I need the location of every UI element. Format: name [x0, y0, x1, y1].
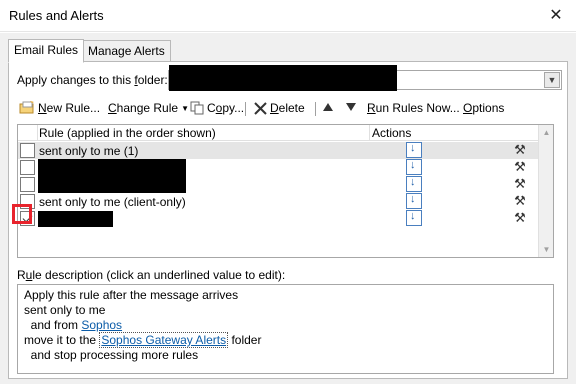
rules-list-scrollbar[interactable]: ▲ ▼ [538, 125, 553, 257]
title-bar: Rules and Alerts ✕ [0, 0, 576, 32]
move-up-button[interactable] [323, 103, 333, 111]
header-actions-column[interactable]: Actions [369, 125, 539, 141]
copy-button[interactable]: Copy... [190, 101, 244, 115]
move-down-button[interactable] [346, 103, 356, 111]
move-to-folder-icon [406, 193, 422, 209]
rules-list[interactable]: Rule (applied in the order shown) Action… [17, 124, 554, 258]
chevron-down-icon: ▼ [181, 103, 189, 113]
move-to-folder-icon [406, 159, 422, 175]
move-to-folder-icon [406, 176, 422, 192]
toolbar-separator [315, 102, 316, 116]
options-button[interactable]: Options [463, 101, 504, 115]
folder-dropdown[interactable]: ▼ [168, 65, 562, 91]
sender-link[interactable]: Sophos [81, 318, 122, 332]
rule-name: sent only to me (1) [39, 144, 139, 158]
tab-manage-alerts[interactable]: Manage Alerts [82, 40, 171, 62]
window-title: Rules and Alerts [9, 8, 104, 23]
description-line: Apply this rule after the message arrive… [24, 288, 239, 302]
header-rule-column[interactable]: Rule (applied in the order shown) [39, 126, 216, 140]
stop-processing-icon: ⚒ [514, 142, 526, 157]
options-label: Options [463, 101, 505, 115]
rule-description-box: Apply this rule after the message arrive… [17, 284, 554, 374]
move-up-icon [323, 103, 333, 111]
stop-processing-icon: ⚒ [514, 193, 526, 208]
close-button[interactable]: ✕ [544, 4, 568, 26]
scroll-down-icon[interactable]: ▼ [539, 242, 553, 257]
rule-enable-checkbox[interactable] [20, 160, 35, 175]
new-rule-button[interactable]: New Rule... [19, 101, 100, 115]
folder-link[interactable]: Sophos Gateway Alerts [99, 332, 229, 348]
stop-processing-icon: ⚒ [514, 159, 526, 174]
tab-label: Email Rules [14, 43, 79, 57]
run-rules-now-button[interactable]: Run Rules Now... [367, 101, 460, 115]
redacted-folder [169, 65, 397, 91]
rule-enable-checkbox[interactable] [20, 143, 35, 158]
stop-processing-icon: ⚒ [514, 210, 526, 225]
copy-icon [190, 101, 204, 115]
rule-row[interactable]: ⚒ [18, 159, 539, 193]
dialog-client: Email Rules Manage Alerts Apply changes … [0, 33, 576, 384]
rule-enable-checkbox[interactable] [20, 177, 35, 192]
change-rule-button[interactable]: Change Rule ▼ [108, 101, 189, 115]
folder-row: Apply changes to this folder: ▼ [17, 65, 562, 91]
header-check-column [18, 125, 38, 141]
rule-row[interactable]: sent only to me (1) ⚒ [18, 142, 539, 159]
move-to-folder-icon [406, 142, 422, 158]
rules-list-header: Rule (applied in the order shown) Action… [18, 125, 539, 141]
rules-toolbar: New Rule... Change Rule ▼ Copy... Delete [17, 99, 562, 119]
rule-row[interactable]: sent only to me (client-only) ⚒ [18, 193, 539, 210]
tab-label: Manage Alerts [88, 44, 165, 58]
delete-icon [254, 101, 267, 115]
run-rules-label: Run Rules Now... [367, 101, 460, 115]
description-line: move it to the Sophos Gateway Alerts fol… [24, 332, 262, 348]
email-rules-panel: Apply changes to this folder: ▼ New Rule… [8, 61, 568, 379]
stop-processing-icon: ⚒ [514, 176, 526, 191]
folder-label: Apply changes to this folder: [17, 73, 168, 87]
delete-button[interactable]: Delete [254, 101, 305, 115]
scroll-up-icon[interactable]: ▲ [539, 125, 553, 140]
description-line: sent only to me [24, 303, 106, 317]
close-icon[interactable]: ✕ [549, 5, 562, 25]
rule-description-label: Rule description (click an underlined va… [17, 268, 286, 282]
new-rule-label: New Rule... [38, 101, 101, 115]
tab-email-rules[interactable]: Email Rules [8, 39, 85, 63]
rule-row[interactable]: ⚒ [18, 210, 539, 227]
rule-name: sent only to me (client-only) [39, 195, 186, 209]
highlight-annotation [12, 204, 32, 224]
move-down-icon [346, 103, 356, 111]
toolbar-separator [245, 102, 246, 116]
description-line: and from Sophos [24, 318, 123, 332]
chevron-down-icon[interactable]: ▼ [544, 72, 560, 88]
rule-row[interactable]: ⚒ [18, 176, 539, 193]
move-to-folder-icon [406, 210, 422, 226]
new-rule-icon [19, 101, 34, 114]
header-actions-label: Actions [372, 126, 412, 140]
description-line: and stop processing more rules [24, 348, 199, 362]
copy-label: Copy... [207, 101, 245, 115]
redacted-rule-name [38, 211, 113, 227]
change-rule-label: Change Rule [108, 101, 179, 115]
delete-label: Delete [270, 101, 305, 115]
